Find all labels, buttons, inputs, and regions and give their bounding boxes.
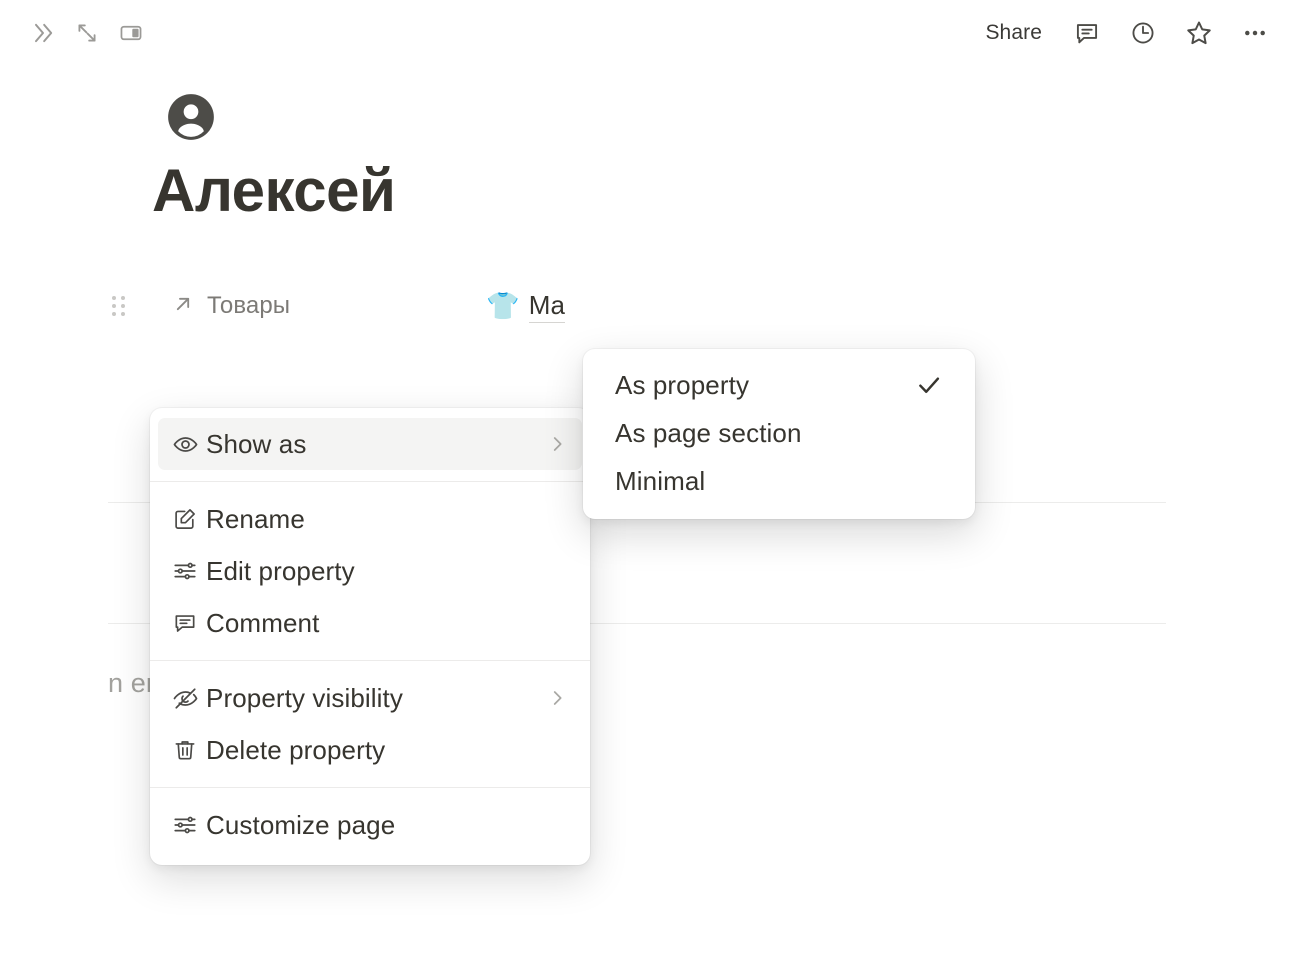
menu-item-label: Comment: [206, 608, 568, 639]
property-row: Товары 👕 Ma: [108, 285, 1168, 327]
menu-divider: [150, 660, 590, 661]
side-peek-icon[interactable]: [116, 18, 146, 48]
menu-divider: [150, 481, 590, 482]
sliders-icon: [172, 558, 206, 584]
menu-item-label: Edit property: [206, 556, 568, 587]
menu-item-rename[interactable]: Rename: [158, 493, 582, 545]
menu-group: Property visibility Delete property: [150, 668, 590, 780]
menu-item-label: Show as: [206, 429, 546, 460]
menu-item-label: Customize page: [206, 810, 568, 841]
more-options-icon[interactable]: [1240, 18, 1270, 48]
submenu-item-minimal[interactable]: Minimal: [591, 457, 967, 505]
menu-item-label: Delete property: [206, 735, 568, 766]
menu-group: Show as: [150, 414, 590, 474]
property-value-text[interactable]: Ma: [529, 290, 565, 323]
expand-sidebar-icon[interactable]: [28, 18, 58, 48]
top-bar-left-controls: [28, 18, 146, 48]
trash-icon: [172, 737, 206, 763]
person-avatar-icon[interactable]: [163, 89, 219, 145]
drag-handle-icon[interactable]: [108, 292, 130, 320]
menu-item-label: Property visibility: [206, 683, 546, 714]
property-value-relation[interactable]: 👕 Ma: [486, 290, 565, 323]
menu-group: Rename Edit property Comment: [150, 489, 590, 653]
menu-group: Customize page: [150, 795, 590, 855]
menu-item-delete-property[interactable]: Delete property: [158, 724, 582, 776]
chevron-right-icon: [546, 687, 568, 709]
show-as-submenu: As property As page section Minimal: [583, 349, 975, 519]
share-button[interactable]: Share: [981, 19, 1046, 47]
tshirt-emoji-icon: 👕: [486, 293, 520, 320]
submenu-item-as-page-section[interactable]: As page section: [591, 409, 967, 457]
menu-divider: [150, 787, 590, 788]
top-bar-right-controls: Share: [981, 18, 1270, 48]
expand-page-icon[interactable]: [72, 18, 102, 48]
submenu-item-as-property[interactable]: As property: [591, 361, 967, 409]
menu-item-property-visibility[interactable]: Property visibility: [158, 672, 582, 724]
property-context-menu: Show as Rename: [150, 408, 590, 865]
pencil-square-icon: [172, 506, 206, 532]
eye-icon: [172, 431, 206, 458]
property-label: Товары: [207, 292, 290, 320]
menu-item-comment[interactable]: Comment: [158, 597, 582, 649]
menu-item-label: Rename: [206, 504, 568, 535]
menu-item-customize-page[interactable]: Customize page: [158, 799, 582, 851]
submenu-item-label: As property: [615, 370, 915, 401]
check-icon: [915, 371, 943, 399]
comment-icon: [172, 610, 206, 636]
history-icon[interactable]: [1128, 18, 1158, 48]
sliders-icon: [172, 812, 206, 838]
favorite-star-icon[interactable]: [1184, 18, 1214, 48]
arrow-up-right-icon: [170, 291, 196, 322]
menu-item-show-as[interactable]: Show as: [158, 418, 582, 470]
submenu-item-label: Minimal: [615, 466, 943, 497]
top-bar: Share: [0, 0, 1296, 66]
menu-item-edit-property[interactable]: Edit property: [158, 545, 582, 597]
property-label-button[interactable]: Товары: [170, 291, 290, 322]
comment-icon[interactable]: [1072, 18, 1102, 48]
eye-off-icon: [172, 685, 206, 712]
page-title[interactable]: Алексей: [152, 158, 395, 224]
chevron-right-icon: [546, 433, 568, 455]
submenu-item-label: As page section: [615, 418, 943, 449]
